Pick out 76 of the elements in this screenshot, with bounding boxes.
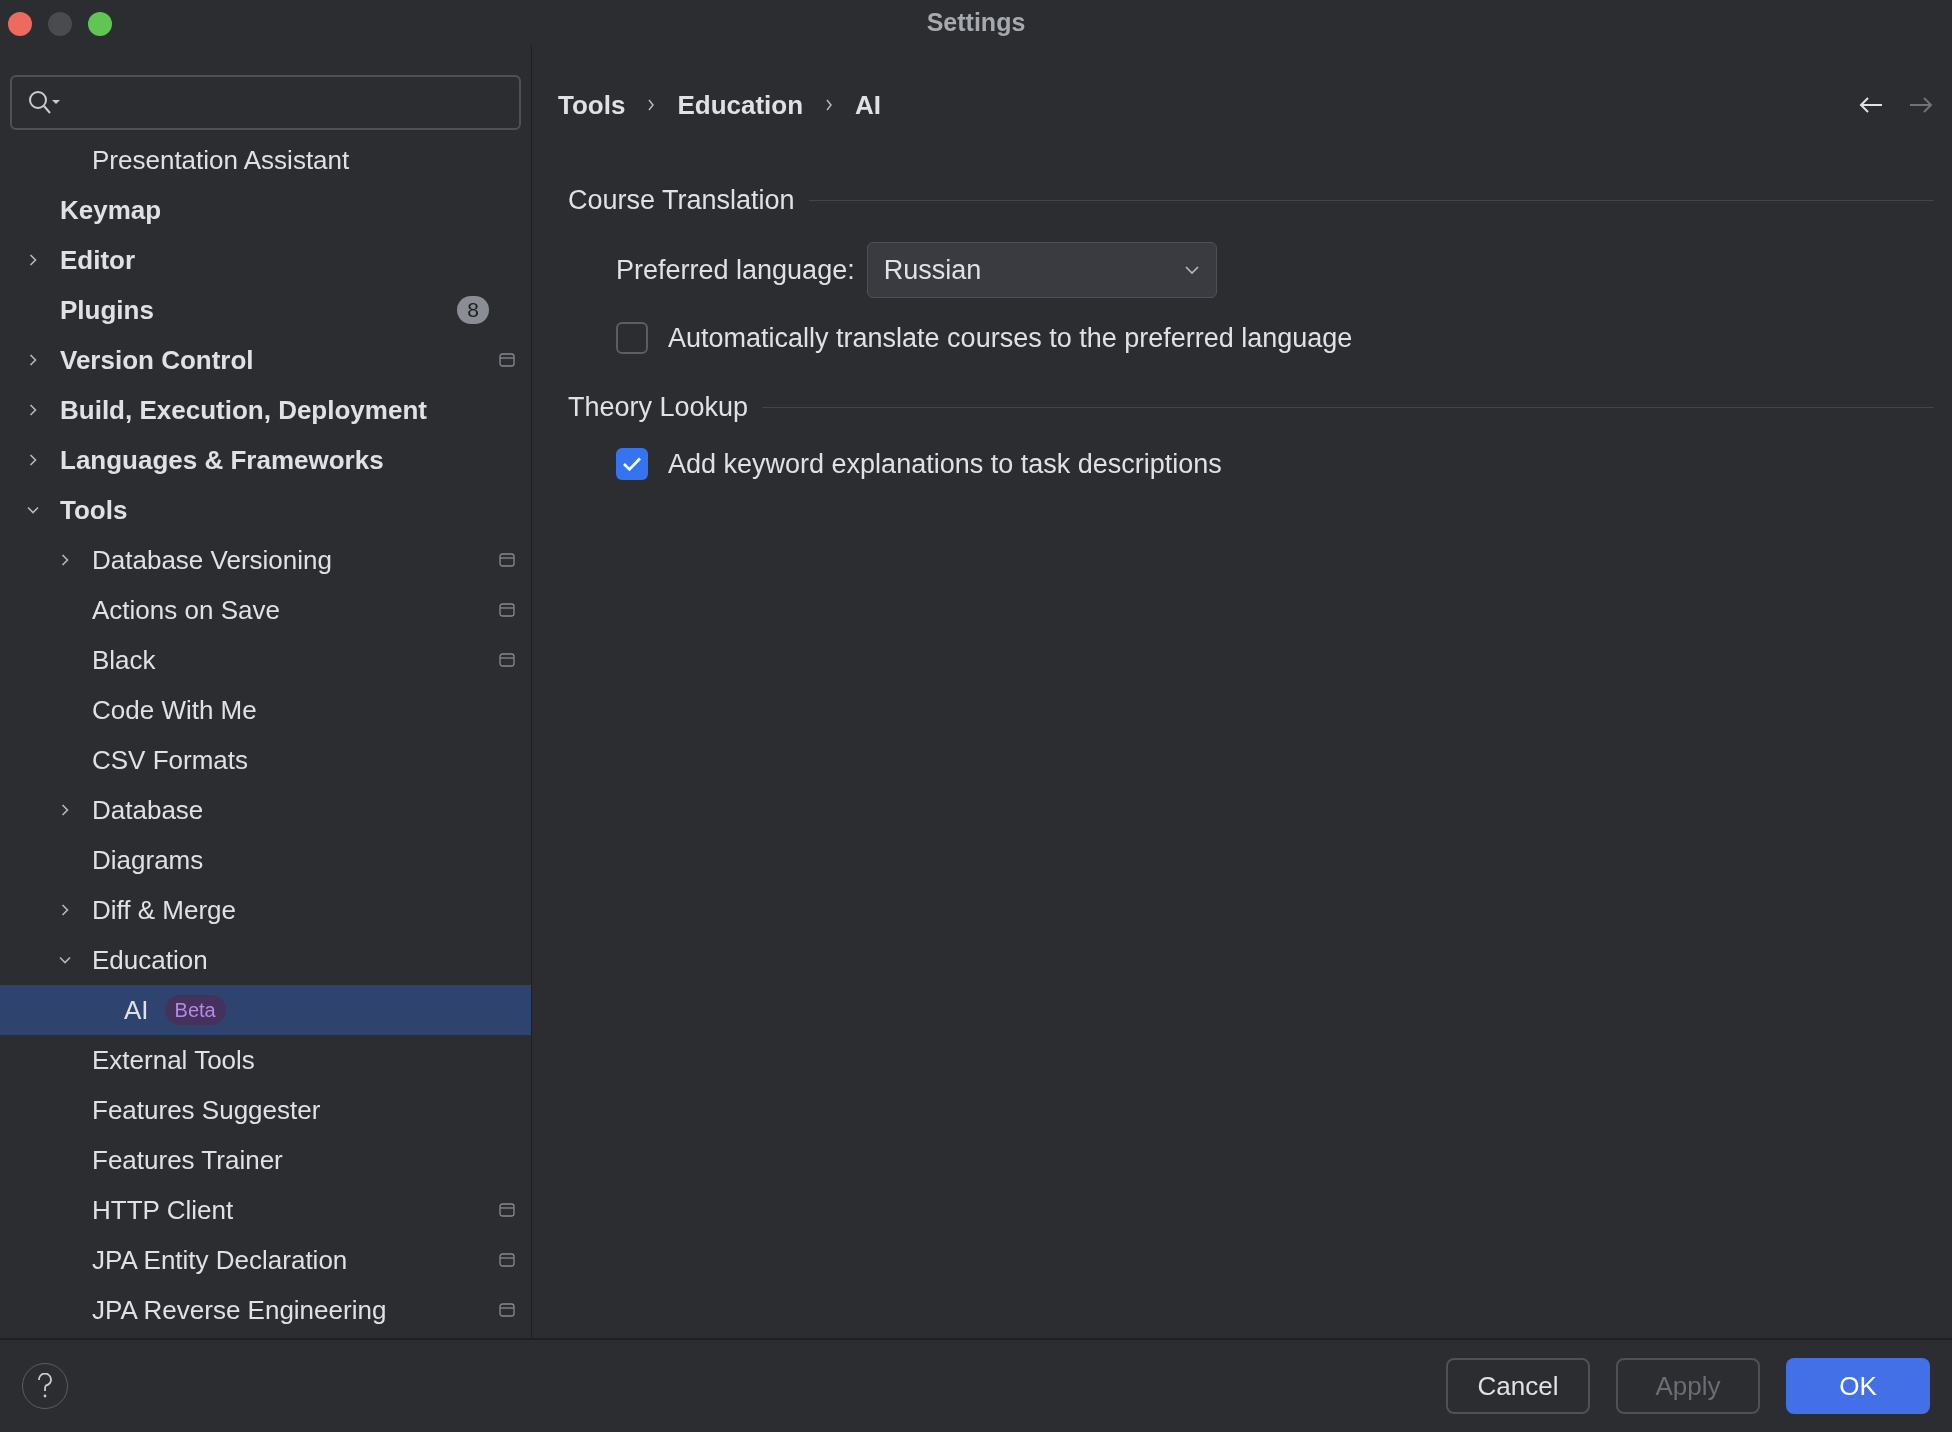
tree-item-label: JPA Reverse Engineering <box>92 1293 387 1327</box>
checkbox-label: Automatically translate courses to the preferred language <box>668 321 1353 355</box>
search-field[interactable] <box>10 75 521 130</box>
tree-item-label: Editor <box>60 243 136 277</box>
tree-item[interactable]: Actions on Save <box>0 585 531 635</box>
tree-item[interactable]: CSV Formats <box>0 735 531 785</box>
chevron-down-icon <box>1183 265 1200 275</box>
section-title: Theory Lookup <box>568 390 749 424</box>
tree-item-label: Database Versioning <box>92 543 332 577</box>
checkbox[interactable] <box>616 448 648 480</box>
tree-item-label: HTTP Client <box>92 1193 234 1227</box>
forward-arrow-icon[interactable] <box>1908 96 1934 114</box>
tree-item[interactable]: External Tools <box>0 1035 531 1085</box>
search-icon <box>28 89 62 116</box>
tree-item-label: Languages & Frameworks <box>60 443 384 477</box>
breadcrumb-separator-icon <box>647 99 656 111</box>
dialog-button[interactable]: Cancel <box>1446 1358 1590 1414</box>
tree-item-label: Black <box>92 643 156 677</box>
beta-tag: Beta <box>164 995 226 1025</box>
tree-item[interactable]: Presentation Assistant <box>0 135 531 185</box>
tree-item-label: External Tools <box>92 1043 255 1077</box>
tree-item-label: CSV Formats <box>92 743 249 777</box>
tree-item[interactable]: JPA Reverse Engineering <box>0 1285 531 1335</box>
tree-item[interactable]: Tools <box>0 485 531 535</box>
breadcrumb-separator-icon <box>825 99 834 111</box>
maximize-button[interactable] <box>88 12 112 36</box>
tree-item[interactable]: Diagrams <box>0 835 531 885</box>
tree-item-label: Presentation Assistant <box>92 143 350 177</box>
tree-item[interactable]: Keymap <box>0 185 531 235</box>
tree-item[interactable]: AI Beta <box>0 985 531 1035</box>
tree-item[interactable]: Features Trainer <box>0 1135 531 1185</box>
close-button[interactable] <box>8 12 32 36</box>
language-dropdown[interactable]: Russian <box>866 242 1217 298</box>
tree-item-label: Education <box>92 943 208 977</box>
tree-item[interactable]: Database <box>0 785 531 835</box>
tree-item-label: Keymap <box>60 193 162 227</box>
tree-item[interactable]: Code With Me <box>0 685 531 735</box>
tree-item-label: AI <box>124 993 149 1027</box>
tree-item-label: Features Trainer <box>92 1143 283 1177</box>
tree-item[interactable]: Version Control <box>0 335 531 385</box>
tree-item-label: Build, Execution, Deployment <box>60 393 427 427</box>
checkbox[interactable] <box>616 322 648 354</box>
checkmark-icon <box>622 456 642 472</box>
tree-item[interactable]: Education <box>0 935 531 985</box>
tree-item[interactable]: Build, Execution, Deployment <box>0 385 531 435</box>
window-title: Settings <box>926 6 1026 38</box>
breadcrumb-item[interactable]: Education <box>677 85 804 125</box>
tree-item[interactable]: Plugins 8 <box>0 285 531 335</box>
breadcrumb-item[interactable]: AI <box>855 85 882 125</box>
tree-item-label: Code With Me <box>92 693 257 727</box>
checkbox-label: Add keyword explanations to task descriptions <box>668 447 1222 481</box>
tree-item[interactable]: Features Suggester <box>0 1085 531 1135</box>
dialog-button[interactable]: OK <box>1786 1358 1930 1414</box>
tree-item[interactable]: Editor <box>0 235 531 285</box>
tree-item[interactable]: Diff & Merge <box>0 885 531 935</box>
tree-item[interactable]: Database Versioning <box>0 535 531 585</box>
tree-item[interactable]: Black <box>0 635 531 685</box>
breadcrumb-item[interactable]: Tools <box>558 85 626 125</box>
tree-item-label: Plugins <box>60 293 154 327</box>
tree-item-label: Actions on Save <box>92 593 280 627</box>
tree-item-label: Database <box>92 793 204 827</box>
count-badge: 8 <box>457 296 489 324</box>
tree-item-label: Version Control <box>60 343 254 377</box>
tree-item-label: Tools <box>60 493 128 527</box>
field-label: Preferred language: <box>616 253 855 287</box>
dropdown-value: Russian <box>883 253 983 287</box>
back-arrow-icon[interactable] <box>1858 96 1884 114</box>
tree-item-label: Features Suggester <box>92 1093 321 1127</box>
tree-item-label: JPA Entity Declaration <box>92 1243 348 1277</box>
section-title: Course Translation <box>568 183 795 217</box>
tree-item[interactable]: Languages & Frameworks <box>0 435 531 485</box>
tree-item[interactable]: HTTP Client <box>0 1185 531 1235</box>
tree-item-label: Diagrams <box>92 843 204 877</box>
question-mark-icon <box>37 1373 53 1399</box>
tree-item-label: Diff & Merge <box>92 893 236 927</box>
tree-item[interactable]: JPA Entity Declaration <box>0 1235 531 1285</box>
